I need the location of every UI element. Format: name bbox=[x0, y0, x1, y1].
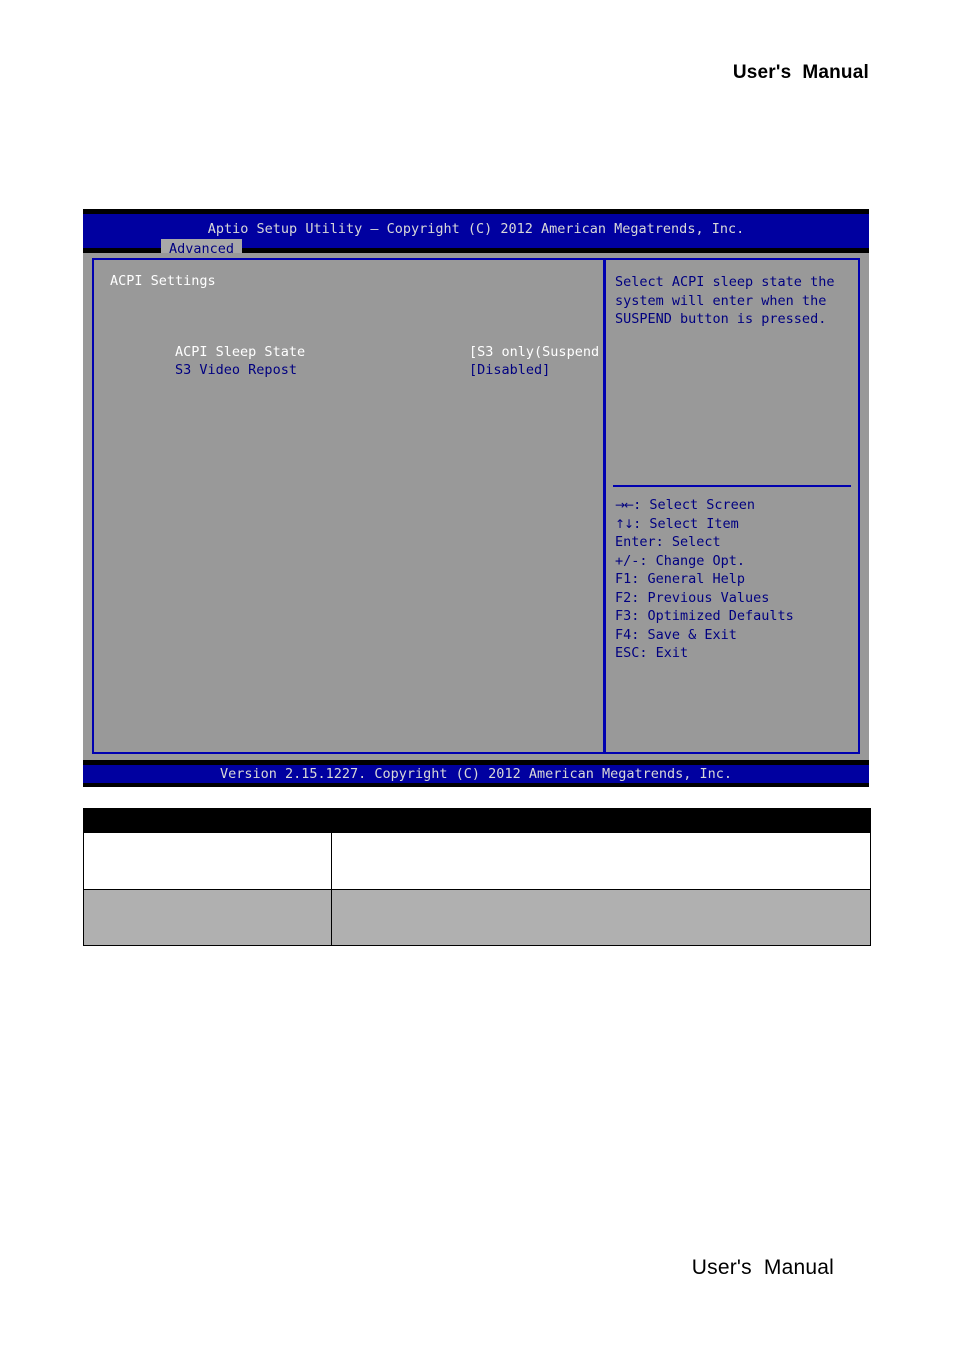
bios-setup-screenshot: Aptio Setup Utility – Copyright (C) 2012… bbox=[83, 209, 869, 787]
help-line: system will enter when the bbox=[615, 292, 827, 309]
table-cell-label bbox=[83, 889, 332, 946]
table-cell-description bbox=[331, 889, 871, 946]
key-legend-label: : Select Screen bbox=[633, 497, 756, 513]
help-line: Select ACPI sleep state the bbox=[615, 274, 835, 290]
key-legend-item-change-opt: +/-: Change Opt. bbox=[615, 552, 746, 569]
bios-title-text: Aptio Setup Utility – Copyright (C) 2012… bbox=[207, 221, 745, 237]
bios-body: ACPI Settings ACPI Sleep State [S3 only(S… bbox=[83, 253, 869, 760]
key-legend-item-enter: Enter: Select bbox=[615, 534, 721, 550]
key-legend-item-previous-values: F2: Previous Values bbox=[615, 589, 770, 606]
key-legend-item-optimized-defaults: F3: Optimized Defaults bbox=[615, 608, 794, 624]
section-heading-acpi-settings: ACPI Settings bbox=[110, 273, 216, 289]
option-value[interactable]: [Disabled] bbox=[469, 362, 550, 378]
key-legend-item-select-item: ↑↓: Select Item bbox=[615, 515, 855, 534]
key-legend-item-save-and-exit: F4: Save & Exit bbox=[615, 626, 737, 643]
bios-footer-bar: Version 2.15.1227. Copyright (C) 2012 Am… bbox=[83, 765, 869, 783]
left-right-arrow-icon: →← bbox=[615, 498, 634, 512]
table-header-row bbox=[83, 808, 871, 833]
table-cell-label bbox=[83, 832, 332, 890]
help-line: SUSPEND button is pressed. bbox=[615, 311, 827, 327]
bios-version-text: Version 2.15.1227. Copyright (C) 2012 Am… bbox=[219, 766, 733, 782]
table-row bbox=[83, 889, 871, 946]
help-panel: Select ACPI sleep state the system will … bbox=[604, 258, 860, 754]
figure-bottom-rule bbox=[83, 783, 869, 787]
key-legend-item-select-screen: →←: Select Screen bbox=[615, 496, 855, 515]
page-footer-users-manual: User's Manual bbox=[691, 1256, 834, 1279]
help-panel-divider bbox=[613, 485, 851, 487]
table-row bbox=[83, 832, 871, 890]
help-text: Select ACPI sleep state the system will … bbox=[615, 273, 855, 329]
option-row-s3-video-repost[interactable]: S3 Video Repost [Disabled] bbox=[110, 346, 590, 394]
key-legend: →←: Select Screen ↑↓: Select Item Enter:… bbox=[615, 496, 855, 663]
up-down-arrow-icon: ↑↓ bbox=[615, 516, 634, 531]
key-legend-item-general-help: F1: General Help bbox=[615, 571, 746, 587]
key-legend-item-esc-exit: ESC: Exit bbox=[615, 645, 689, 661]
spec-table bbox=[83, 808, 871, 946]
table-cell-description bbox=[331, 832, 871, 890]
page-header-users-manual: User's Manual bbox=[732, 62, 869, 83]
bios-title-bar: Aptio Setup Utility – Copyright (C) 2012… bbox=[83, 214, 869, 260]
settings-panel: ACPI Settings ACPI Sleep State [S3 only(S… bbox=[92, 258, 664, 754]
table-header-cell bbox=[83, 808, 332, 833]
key-legend-label: : Select Item bbox=[633, 515, 739, 532]
table-header-cell bbox=[331, 808, 871, 833]
option-label: S3 Video Repost bbox=[175, 362, 297, 378]
